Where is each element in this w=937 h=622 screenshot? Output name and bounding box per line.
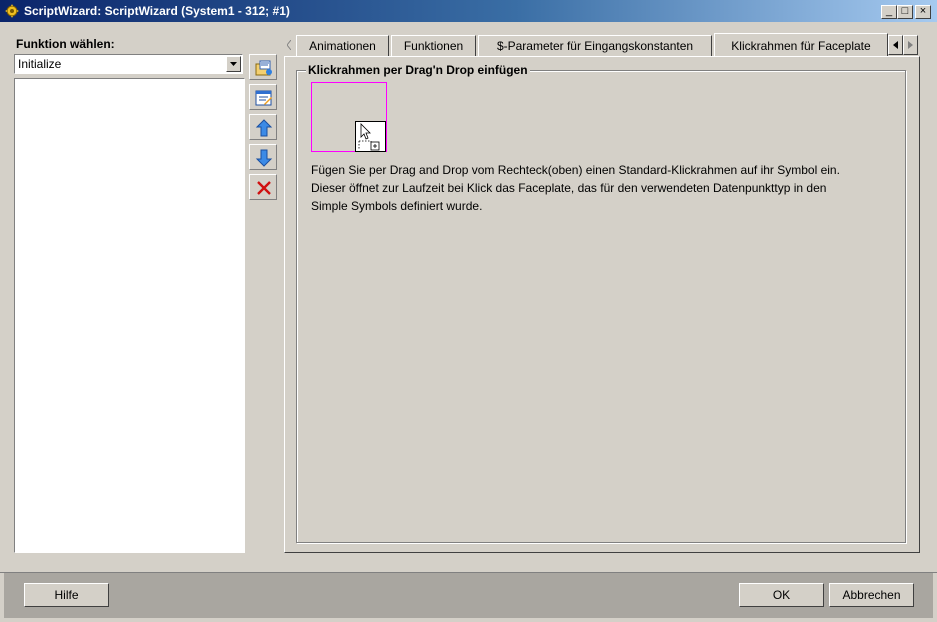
close-button[interactable]: ×	[915, 5, 931, 19]
function-select[interactable]: Initialize	[14, 54, 243, 74]
open-script-button[interactable]	[249, 54, 277, 80]
tab-parameter[interactable]: $-Parameter für Eingangskonstanten	[478, 35, 712, 56]
description-text: Fügen Sie per Drag and Drop vom Rechteck…	[311, 161, 901, 215]
open-script-icon	[255, 60, 272, 76]
app-icon	[5, 4, 19, 18]
description-line: Dieser öffnet zur Laufzeit bei Klick das…	[311, 181, 827, 195]
help-button[interactable]: Hilfe	[24, 583, 109, 607]
tab-scroll-right-button[interactable]	[903, 35, 918, 55]
move-down-button[interactable]	[249, 144, 277, 170]
chevron-down-icon	[230, 62, 237, 66]
function-select-value: Initialize	[18, 57, 62, 71]
tab-animationen[interactable]: Animationen	[296, 35, 389, 56]
maximize-button[interactable]: □	[897, 5, 913, 19]
move-down-icon	[255, 149, 273, 167]
chevron-right-icon	[908, 41, 913, 49]
close-icon: ×	[919, 5, 927, 17]
delete-button[interactable]	[249, 174, 277, 200]
move-up-button[interactable]	[249, 114, 277, 140]
tab-funktionen[interactable]: Funktionen	[391, 35, 476, 56]
tab-scroll-left-edge	[284, 35, 294, 55]
window-title: ScriptWizard: ScriptWizard (System1 - 31…	[24, 4, 290, 18]
move-up-icon	[255, 119, 273, 137]
minimize-icon: _	[885, 5, 893, 17]
drag-drop-groupbox	[296, 70, 906, 543]
maximize-icon: □	[901, 5, 909, 17]
cancel-button[interactable]: Abbrechen	[829, 583, 914, 607]
edit-script-icon	[255, 90, 272, 106]
function-select-dropdown-button[interactable]	[226, 56, 241, 72]
minimize-button[interactable]: _	[881, 5, 897, 19]
group-title: Klickrahmen per Drag'n Drop einfügen	[306, 63, 530, 77]
title-bar: ScriptWizard: ScriptWizard (System1 - 31…	[0, 0, 937, 22]
tab-scroll-left-button[interactable]	[888, 35, 903, 55]
drag-drop-icon	[355, 121, 386, 152]
function-list[interactable]	[14, 78, 245, 553]
delete-icon	[257, 181, 271, 195]
chevron-left-icon	[287, 40, 291, 50]
tab-klickrahmen[interactable]: Klickrahmen für Faceplate	[714, 33, 888, 57]
description-line: Fügen Sie per Drag and Drop vom Rechteck…	[311, 163, 840, 177]
function-select-label: Funktion wählen:	[16, 37, 115, 51]
edit-script-button[interactable]	[249, 84, 277, 110]
ok-button[interactable]: OK	[739, 583, 824, 607]
description-line: Simple Symbols definiert wurde.	[311, 199, 483, 213]
chevron-left-icon	[893, 41, 898, 49]
